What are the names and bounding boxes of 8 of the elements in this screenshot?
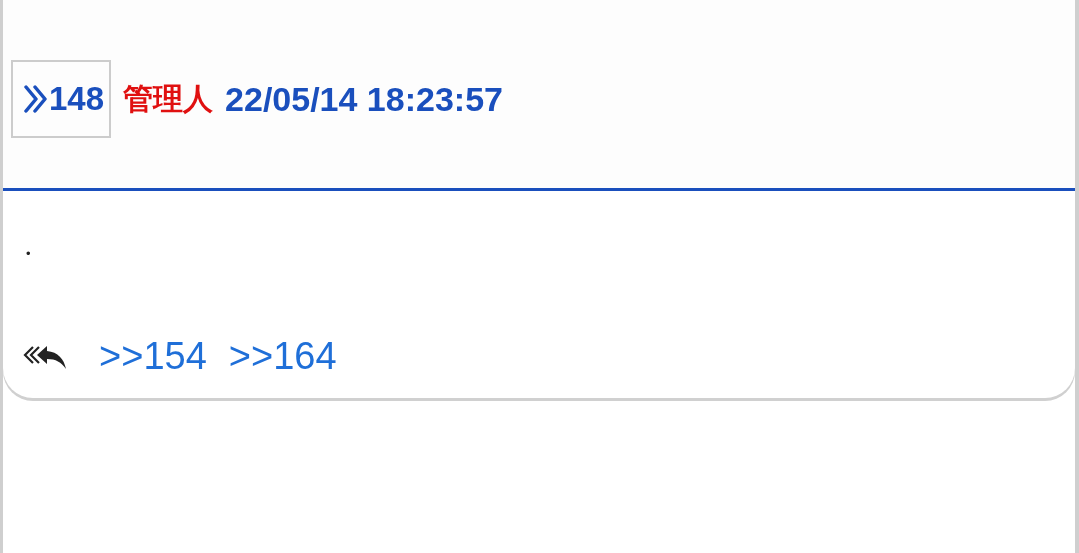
reply-link[interactable]: >>164 bbox=[228, 335, 337, 378]
post-number-button[interactable]: 148 bbox=[11, 60, 112, 138]
post-body: ・ bbox=[16, 240, 40, 268]
reply-all-icon bbox=[23, 343, 67, 370]
reply-link[interactable]: >>154 bbox=[99, 335, 207, 378]
author-name: 管理人 bbox=[123, 79, 214, 118]
double-chevron-icon bbox=[23, 84, 47, 114]
post-datetime: 22/05/14 18:23:57 bbox=[225, 79, 503, 119]
